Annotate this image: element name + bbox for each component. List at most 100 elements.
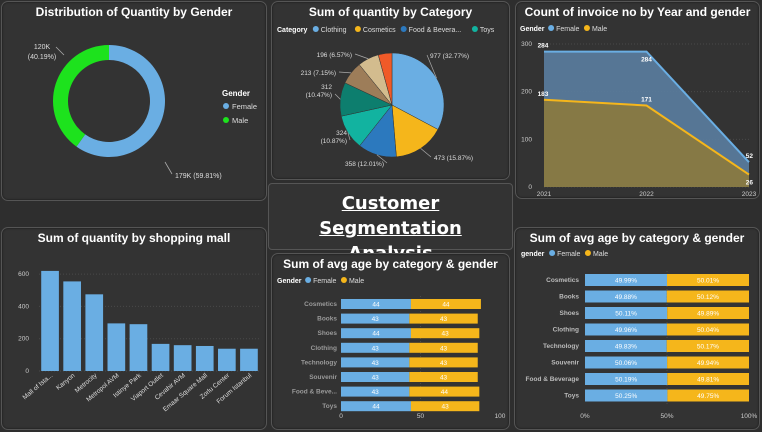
legend-marker[interactable] [471,26,478,32]
legend-marker[interactable] [223,103,229,109]
bar-metrocity[interactable] [85,294,104,371]
legend-label: Food & Bevera... [409,27,462,34]
mall-bar-chart[interactable]: 0200400600Mall of Ista... KanyonMetrocity… [2,228,268,431]
stacked-bar-chart[interactable]: Gender Female Male Cosmetics 44 44 Books 43 43 Sh… [272,254,511,431]
leader-line[interactable] [354,53,369,60]
legend-marker[interactable] [583,25,590,31]
data-label: 50.06% [615,360,637,367]
data-label: 43 [442,404,450,411]
legend-label: Female [557,251,580,258]
y-tick-label: 600 [18,271,29,278]
data-label: 43 [372,389,380,396]
legend-marker[interactable] [340,277,347,283]
data-label: 213 (7.15%) [301,70,336,77]
data-label: 43 [440,345,448,352]
data-label: 50.17% [697,344,719,351]
x-tick-label: Mall of Ista... [22,372,55,401]
legend-title: Gender [520,26,545,33]
avg-age-percent-panel[interactable]: Sum of avg age by category & gender gend… [514,227,760,430]
bar-cevahir-avm[interactable] [173,345,192,371]
y-tick-label: Toys [564,393,579,400]
data-label: 50.12% [697,294,719,301]
data-label: 50.25% [615,393,637,400]
invoice-count-panel[interactable]: Count of invoice no by Year and gender G… [515,1,760,199]
x-tick-label: 0 [339,413,343,420]
x-tick-label: 0% [580,413,590,420]
data-label: 49.88% [615,294,637,301]
legend-title: gender [521,251,545,258]
data-label: 43 [372,345,380,352]
bar-kanyon[interactable] [63,281,81,371]
data-label: 43 [440,375,448,382]
legend-label: Male [593,251,608,258]
y-tick-label: 200 [521,89,532,96]
bar-istinye-park[interactable] [129,324,148,371]
data-label: (10.47%) [306,92,332,99]
gender-quantity-panel[interactable]: Distribution of Quantity by Gender 179K … [1,1,267,201]
legend-label: Cosmetics [363,27,396,34]
category-quantity-panel[interactable]: Sum of quantity by Category Category Clot… [271,1,510,180]
mall-quantity-panel[interactable]: Sum of quantity by shopping mall 0 200 400… [1,227,267,430]
leader-line[interactable] [420,148,432,158]
bar-zorlu-center[interactable] [218,348,236,371]
percent-bar-chart[interactable]: gender Female Male Cosmetics 49.99% 50.01% Boo… [515,228,761,431]
x-tick-label: 2021 [537,191,552,198]
legend-label: Male [592,26,607,33]
y-tick-label: Souvenir [309,374,337,381]
legend-marker[interactable] [584,250,591,256]
data-label: 50.19% [615,377,637,384]
legend-label: Toys [480,27,495,34]
data-label: 43 [440,316,448,323]
legend-marker[interactable] [223,117,229,123]
y-tick-label: Cosmetics [304,301,337,308]
y-tick-label: Books [317,316,337,323]
data-label: 49.99% [615,278,637,285]
data-label: 52 [746,153,754,160]
data-label: 43 [442,331,450,338]
y-tick-label: Books [559,294,579,301]
y-tick-label: Shoes [317,330,337,337]
legend-label: Male [232,116,248,125]
data-label: 473 (15.87%) [434,155,473,162]
bar-viaport-outlet[interactable] [151,343,170,371]
area-chart[interactable]: Gender Female Male 0 100 200 300 284 284 52 183 171… [516,2,761,200]
legend-marker[interactable] [549,250,556,256]
legend-marker[interactable] [354,26,361,32]
pie-chart[interactable]: Category Clothing Cosmetics Food & Bevera..… [272,2,511,181]
y-tick-label: 0 [528,184,532,191]
legend-marker[interactable] [400,26,407,32]
leader-line[interactable] [55,46,65,56]
legend-marker[interactable] [548,25,555,31]
leader-line[interactable] [338,71,352,74]
data-label: 43 [440,360,448,367]
bar-forum-istanbul[interactable] [240,348,258,371]
bar-mall-of-ista-[interactable] [41,270,59,371]
data-label: 43 [372,375,380,382]
data-label: 26 [746,180,754,187]
data-label: 171 [641,96,652,103]
data-label: 312 [321,84,332,91]
leader-line[interactable] [334,93,341,100]
data-label: 50.11% [615,311,637,318]
data-label: 358 (12.01%) [345,161,384,168]
legend-label: Clothing [321,27,347,34]
data-label: 50.04% [697,327,719,334]
data-label: 284 [538,43,549,50]
y-tick-label: Toys [322,403,337,410]
legend-label: Female [232,102,257,111]
legend-marker[interactable] [305,277,312,283]
data-label: 43 [372,360,380,367]
legend-marker[interactable] [312,26,319,32]
bar-emaar-square-mall[interactable] [195,345,214,371]
data-label: 49.96% [615,327,637,334]
leader-line[interactable] [164,161,173,175]
data-label: 324 [336,130,347,137]
x-tick-label: 2022 [639,191,654,198]
donut-chart[interactable]: 179K (59.81%) 120K (40.19%) Gender Female Mal… [2,2,268,202]
dashboard-title: Customer Segmentation Analysis [268,183,513,264]
avg-age-count-panel[interactable]: Sum of avg age by category & gender Gend… [271,253,510,430]
donut-slice-male[interactable] [52,45,109,147]
data-label: (10.87%) [321,138,347,145]
data-label: 183 [538,91,549,98]
bar-metropol-avm[interactable] [107,323,126,371]
